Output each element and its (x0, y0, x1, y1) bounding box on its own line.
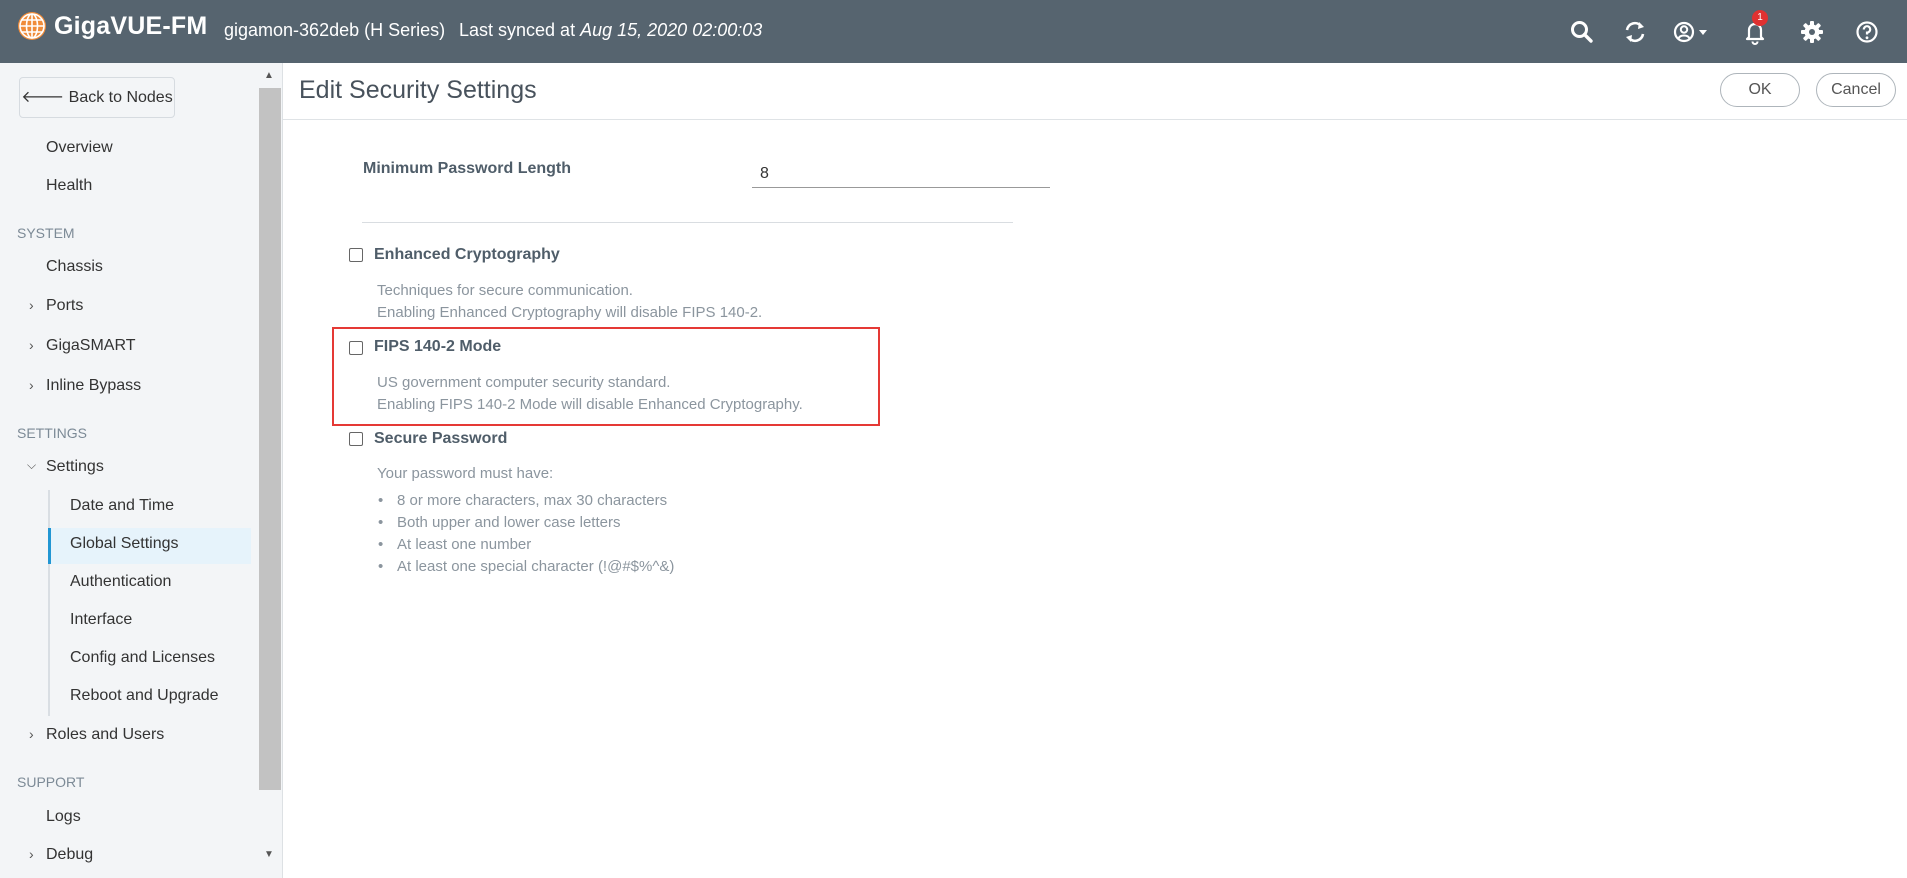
app-brand[interactable]: GigaVUE-FM (54, 12, 207, 41)
sidebar-item-ports[interactable]: Ports (46, 297, 83, 315)
sidebar-item-health[interactable]: Health (46, 177, 92, 195)
sidebar-item-chassis[interactable]: Chassis (46, 258, 103, 276)
sidebar-item-global-settings[interactable]: Global Settings (70, 535, 179, 553)
secure-password-checkbox[interactable] (349, 432, 363, 446)
fips-mode-desc-2: Enabling FIPS 140-2 Mode will disable En… (377, 396, 803, 413)
scroll-up-arrow-icon[interactable]: ▲ (262, 70, 276, 82)
fips-mode-label[interactable]: FIPS 140-2 Mode (374, 338, 501, 356)
fips-mode-desc-1: US government computer security standard… (377, 374, 671, 391)
password-rule: Both upper and lower case letters (378, 514, 621, 531)
chevron-right-icon[interactable]: › (29, 377, 34, 393)
sidebar-item-settings[interactable]: Settings (46, 458, 104, 476)
enhanced-cryptography-checkbox[interactable] (349, 248, 363, 262)
back-label: Back to Nodes (68, 89, 173, 106)
refresh-icon[interactable] (1621, 18, 1649, 46)
header-divider (283, 119, 1907, 120)
sidebar-scrollbar-thumb[interactable] (259, 88, 281, 790)
chevron-down-icon[interactable]: ⌵ (27, 458, 36, 473)
enhanced-cryptography-label[interactable]: Enhanced Cryptography (374, 246, 560, 264)
password-rule-text: At least one number (397, 536, 532, 553)
chevron-right-icon[interactable]: › (29, 297, 34, 313)
sidebar-item-reboot-and-upgrade[interactable]: Reboot and Upgrade (70, 687, 219, 705)
chevron-right-icon[interactable]: › (29, 726, 34, 742)
sidebar-item-roles-and-users[interactable]: Roles and Users (46, 726, 164, 744)
globe-logo-icon (18, 12, 46, 40)
scroll-down-arrow-icon[interactable]: ▼ (262, 849, 276, 861)
cancel-button[interactable]: Cancel (1816, 73, 1896, 107)
section-header-settings: SETTINGS (17, 425, 88, 441)
chevron-right-icon[interactable]: › (29, 337, 34, 353)
sidebar-item-config-and-licenses[interactable]: Config and Licenses (70, 649, 215, 667)
sidebar-item-logs[interactable]: Logs (46, 808, 81, 826)
sync-time: Aug 15, 2020 02:00:03 (580, 20, 763, 40)
secure-password-desc: Your password must have: (377, 465, 554, 482)
search-icon[interactable] (1568, 18, 1596, 46)
back-to-nodes-button[interactable]: 🡐 Back to Nodes (19, 77, 175, 118)
password-rule: 8 or more characters, max 30 characters (378, 492, 668, 509)
enhanced-cryptography-desc-1: Techniques for secure communication. (377, 282, 633, 299)
section-header-system: SYSTEM (17, 225, 75, 241)
sidebar (0, 63, 258, 878)
secure-password-label[interactable]: Secure Password (374, 430, 507, 448)
ok-button[interactable]: OK (1720, 73, 1800, 107)
section-divider (362, 222, 1013, 223)
password-rule: At least one special character (!@#$%^&) (378, 558, 675, 575)
sync-status: Last synced at Aug 15, 2020 02:00:03 (459, 20, 762, 41)
fips-mode-checkbox[interactable] (349, 341, 363, 355)
sidebar-item-interface[interactable]: Interface (70, 611, 132, 629)
sidebar-item-authentication[interactable]: Authentication (70, 573, 171, 591)
sidebar-item-debug[interactable]: Debug (46, 846, 93, 864)
sidebar-divider (282, 63, 283, 878)
notification-badge: 1 (1752, 10, 1768, 26)
sync-prefix: Last synced at (459, 20, 576, 40)
password-rule-text: At least one special character (!@#$%^&) (397, 558, 675, 575)
user-menu-icon[interactable] (1672, 18, 1712, 46)
sidebar-item-overview[interactable]: Overview (46, 139, 113, 157)
min-password-label: Minimum Password Length (363, 160, 572, 177)
password-rule-text: Both upper and lower case letters (397, 514, 621, 531)
sidebar-item-inline-bypass[interactable]: Inline Bypass (46, 377, 141, 395)
device-name: gigamon-362deb (H Series) (224, 20, 446, 40)
password-rule-text: 8 or more characters, max 30 characters (397, 492, 668, 509)
top-bar: GigaVUE-FM gigamon-362deb (H Series) Las… (0, 0, 1907, 63)
gear-icon[interactable] (1798, 18, 1826, 46)
sidebar-item-gigasmart[interactable]: GigaSMART (46, 337, 136, 355)
password-rule: At least one number (378, 536, 532, 553)
enhanced-cryptography-desc-2: Enabling Enhanced Cryptography will disa… (377, 304, 763, 321)
page-title: Edit Security Settings (299, 76, 537, 104)
sidebar-item-date-and-time[interactable]: Date and Time (70, 497, 174, 515)
section-header-support: SUPPORT (17, 774, 85, 790)
chevron-right-icon[interactable]: › (29, 846, 34, 862)
min-password-input[interactable] (752, 161, 1050, 188)
submenu-rail (48, 490, 50, 716)
arrow-left-icon: 🡐 (21, 89, 65, 106)
help-icon[interactable] (1853, 18, 1881, 46)
